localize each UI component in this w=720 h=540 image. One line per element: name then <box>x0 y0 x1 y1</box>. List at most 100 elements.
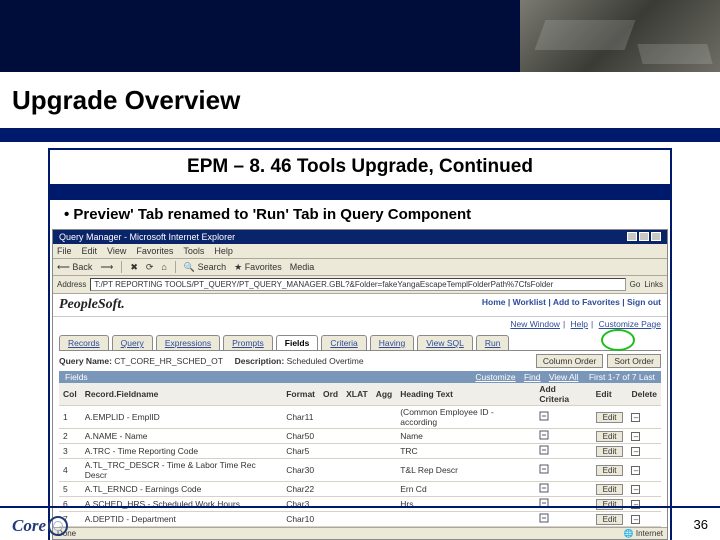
cell-heading: (Common Employee ID - according <box>396 406 535 429</box>
add-criteria-icon[interactable] <box>539 483 549 493</box>
delete-button[interactable]: – <box>631 413 640 422</box>
hdr-edit: Edit <box>592 383 628 406</box>
delete-button[interactable]: – <box>631 485 640 494</box>
close-icon[interactable] <box>651 232 661 241</box>
tab-criteria[interactable]: Criteria <box>321 335 366 350</box>
add-criteria-icon[interactable] <box>539 464 549 474</box>
back-button[interactable]: ⟵ Back <box>57 262 92 273</box>
cell-col: 1 <box>59 406 81 429</box>
table-row: 2A.NAME - NameChar50NameEdit– <box>59 429 661 444</box>
content-bar <box>50 184 670 200</box>
cell-ord <box>319 459 342 482</box>
cell-addcriteria[interactable] <box>535 406 591 429</box>
cell-field: A.TL_TRC_DESCR - Time & Labor Time Rec D… <box>81 459 282 482</box>
ie-window: Query Manager - Microsoft Internet Explo… <box>52 229 668 540</box>
cell-agg <box>372 497 397 512</box>
menu-file[interactable]: File <box>57 246 72 256</box>
link-customize[interactable]: Customize <box>475 372 515 382</box>
go-button[interactable]: Go <box>630 280 641 289</box>
add-criteria-icon[interactable] <box>539 445 549 455</box>
tab-query[interactable]: Query <box>112 335 153 350</box>
sort-order-button[interactable]: Sort Order <box>607 354 661 368</box>
cell-field: A.DEPTID - Department <box>81 512 282 527</box>
tab-expressions[interactable]: Expressions <box>156 335 220 350</box>
edit-button[interactable]: Edit <box>596 465 624 476</box>
link-home[interactable]: Home <box>482 297 506 307</box>
status-right: 🌐 Internet <box>624 529 663 538</box>
query-tabstrip: Records Query Expressions Prompts Fields… <box>53 331 667 350</box>
tab-view-sql[interactable]: View SQL <box>417 335 473 350</box>
edit-button[interactable]: Edit <box>596 446 624 457</box>
link-worklist[interactable]: Worklist <box>508 297 546 307</box>
link-customize-page[interactable]: Customize Page <box>599 319 661 329</box>
tab-having[interactable]: Having <box>370 335 414 350</box>
menu-view[interactable]: View <box>107 246 126 256</box>
header-band <box>0 0 720 72</box>
media-button[interactable]: Media <box>290 262 315 272</box>
menu-tools[interactable]: Tools <box>183 246 204 256</box>
edit-button[interactable]: Edit <box>596 431 624 442</box>
edit-button[interactable]: Edit <box>596 412 624 423</box>
back-label: Back <box>72 262 92 272</box>
delete-button[interactable]: – <box>631 432 640 441</box>
cell-addcriteria[interactable] <box>535 429 591 444</box>
search-button[interactable]: 🔍 Search <box>184 262 226 273</box>
cell-heading: T&L Rep Descr <box>396 459 535 482</box>
link-find[interactable]: Find <box>524 372 541 382</box>
forward-button[interactable]: ⟶ <box>100 262 113 273</box>
ie-window-title: Query Manager - Microsoft Internet Explo… <box>59 232 235 242</box>
description-value: Scheduled Overtime <box>287 356 364 366</box>
edit-button[interactable]: Edit <box>596 484 624 495</box>
links-label: Links <box>644 280 663 289</box>
link-add-favorites[interactable]: Add to Favorites <box>548 297 620 307</box>
table-row: 5A.TL_ERNCD - Earnings CodeChar22Ern CdE… <box>59 482 661 497</box>
menu-favorites[interactable]: Favorites <box>136 246 173 256</box>
delete-button[interactable]: – <box>631 515 640 524</box>
add-criteria-icon[interactable] <box>539 513 549 523</box>
link-help[interactable]: Help <box>571 319 588 329</box>
cell-agg <box>372 429 397 444</box>
cell-addcriteria[interactable] <box>535 444 591 459</box>
minimize-icon[interactable] <box>627 232 637 241</box>
refresh-icon[interactable]: ⟳ <box>146 262 154 273</box>
hdr-col: Col <box>59 383 81 406</box>
cell-agg <box>372 406 397 429</box>
menu-edit[interactable]: Edit <box>82 246 98 256</box>
cell-addcriteria[interactable] <box>535 482 591 497</box>
ps-top-links: Home Worklist Add to Favorites Sign out <box>482 297 661 313</box>
column-order-button[interactable]: Column Order <box>536 354 603 368</box>
cell-addcriteria[interactable] <box>535 459 591 482</box>
stop-icon[interactable]: ✖ <box>130 262 138 273</box>
add-criteria-icon[interactable] <box>539 430 549 440</box>
title-separator <box>0 128 720 142</box>
favorites-button[interactable]: ★ Favorites <box>234 262 282 273</box>
order-buttons: Column Order Sort Order <box>536 354 661 368</box>
menu-help[interactable]: Help <box>214 246 233 256</box>
add-criteria-icon[interactable] <box>539 411 549 421</box>
cell-addcriteria[interactable] <box>535 512 591 527</box>
section-right-links: Customize Find View All First 1-7 of 7 L… <box>469 372 655 382</box>
maximize-icon[interactable] <box>639 232 649 241</box>
edit-button[interactable]: Edit <box>596 514 624 525</box>
home-icon[interactable]: ⌂ <box>161 262 166 272</box>
cell-addcriteria[interactable] <box>535 497 591 512</box>
tab-run[interactable]: Run <box>476 335 510 350</box>
cell-xlat <box>342 429 372 444</box>
link-view-all[interactable]: View All <box>549 372 579 382</box>
fields-section-bar: Fields Customize Find View All First 1-7… <box>59 371 661 383</box>
cell-col: 3 <box>59 444 81 459</box>
footer-line <box>0 506 720 508</box>
tab-fields[interactable]: Fields <box>276 335 319 350</box>
delete-button[interactable]: – <box>631 447 640 456</box>
tab-prompts[interactable]: Prompts <box>223 335 273 350</box>
hdr-delete: Delete <box>627 383 661 406</box>
link-new-window[interactable]: New Window <box>510 319 560 329</box>
link-signout[interactable]: Sign out <box>622 297 661 307</box>
content-frame: EPM – 8. 46 Tools Upgrade, Continued • P… <box>48 148 672 540</box>
address-input[interactable]: T:/PT REPORTING TOOLS/PT_QUERY/PT_QUERY_… <box>90 278 625 291</box>
toolbar-sep <box>121 261 122 273</box>
tab-records[interactable]: Records <box>59 335 109 350</box>
query-name-label: Query Name: <box>59 356 112 366</box>
delete-button[interactable]: – <box>631 466 640 475</box>
table-row: 7A.DEPTID - DepartmentChar10Edit– <box>59 512 661 527</box>
